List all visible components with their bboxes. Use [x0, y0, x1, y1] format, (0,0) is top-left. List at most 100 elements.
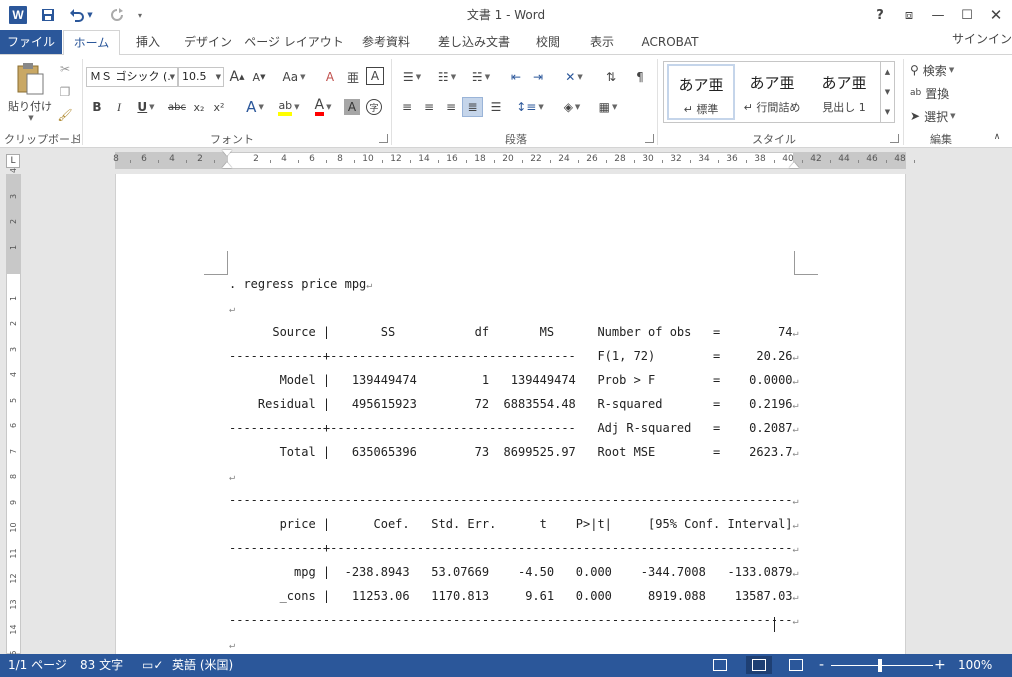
text-effects-button[interactable]: A ▼: [240, 97, 270, 117]
increase-indent-button[interactable]: ⇥: [528, 67, 548, 87]
superscript-button[interactable]: x²: [210, 97, 228, 117]
save-button[interactable]: [38, 5, 58, 25]
show-marks-button[interactable]: ¶: [630, 67, 650, 87]
font-launcher-icon[interactable]: [379, 134, 388, 143]
zoom-slider-thumb[interactable]: [878, 659, 882, 672]
document-line[interactable]: ↵: [229, 468, 235, 484]
maximize-button[interactable]: ☐: [953, 0, 981, 30]
hanging-indent-marker[interactable]: [222, 162, 232, 168]
style-no-spacing[interactable]: あア亜 ↵ 行間詰め: [738, 64, 806, 120]
document-line[interactable]: ↵: [229, 636, 235, 652]
change-case-button[interactable]: Aa ▼: [278, 67, 310, 87]
line-spacing-button[interactable]: ↕≡ ▼: [514, 97, 546, 117]
copy-button[interactable]: ❐: [56, 83, 74, 101]
decrease-indent-button[interactable]: ⇤: [506, 67, 526, 87]
strikethrough-button[interactable]: abc: [166, 97, 188, 117]
font-color-button[interactable]: A ▼: [308, 97, 338, 117]
document-line[interactable]: ↵: [229, 300, 235, 316]
numbering-button[interactable]: ☷ ▼: [432, 67, 462, 87]
grow-font-button[interactable]: A ▲: [228, 67, 246, 87]
tab-insert[interactable]: 挿入: [124, 30, 172, 54]
document-line[interactable]: -------------+--------------------------…: [229, 420, 799, 436]
document-line[interactable]: -------------+--------------------------…: [229, 348, 799, 364]
tab-mailings[interactable]: 差し込み文書: [428, 30, 520, 54]
web-layout-icon[interactable]: [789, 659, 803, 671]
gallery-down-icon[interactable]: ▼: [880, 82, 894, 102]
character-border-button[interactable]: A: [366, 67, 384, 85]
enclose-characters-button[interactable]: 字: [366, 99, 382, 115]
document-line[interactable]: Residual | 495615923 72 6883554.48 R-squ…: [229, 396, 799, 412]
borders-button[interactable]: ▦ ▼: [592, 97, 624, 117]
gallery-more-icon[interactable]: ▼: [880, 102, 894, 122]
document-line[interactable]: Model | 139449474 1 139449474 Prob > F =…: [229, 372, 799, 388]
tab-references[interactable]: 参考資料: [350, 30, 422, 54]
redo-button[interactable]: [106, 5, 128, 25]
justify-button[interactable]: ≣: [462, 97, 483, 117]
highlight-button[interactable]: ab ▼: [274, 97, 304, 117]
ribbon-display-button[interactable]: ⧈: [895, 0, 923, 30]
select-button[interactable]: ➤ 選択 ▼: [910, 107, 974, 125]
document-line[interactable]: ----------------------------------------…: [229, 492, 799, 508]
tab-file[interactable]: ファイル: [0, 30, 62, 54]
horizontal-ruler[interactable]: 8 6 4 2 2 4 6 8 10 12 14 16 18 20 22 24 26 28 30 32 34 36 38 40…: [113, 150, 915, 169]
align-left-button[interactable]: ≡: [397, 97, 417, 117]
signin-link[interactable]: サインイン: [952, 30, 1012, 54]
right-indent-marker[interactable]: [789, 162, 799, 168]
cut-button[interactable]: ✂: [56, 60, 74, 78]
zoom-level[interactable]: 100%: [958, 654, 992, 677]
zoom-slider[interactable]: [831, 665, 933, 666]
document-line[interactable]: ----------------------------------------…: [229, 612, 799, 628]
document-line[interactable]: price | Coef. Std. Err. t P>|t| [95% Con…: [229, 516, 799, 532]
tab-review[interactable]: 校閲: [526, 30, 570, 54]
bold-button[interactable]: B: [88, 97, 106, 117]
style-normal[interactable]: あア亜 ↵ 標準: [667, 64, 735, 120]
clipboard-launcher-icon[interactable]: [71, 134, 80, 143]
word-count[interactable]: 83 文字: [80, 654, 123, 677]
close-button[interactable]: ✕: [982, 0, 1010, 30]
collapse-ribbon-icon[interactable]: ∧: [990, 131, 1004, 143]
font-size-combo[interactable]: 10.5 ▼: [178, 67, 224, 87]
first-line-indent-marker[interactable]: [222, 150, 232, 156]
page-count[interactable]: 1/1 ページ: [8, 654, 67, 677]
multilevel-list-button[interactable]: ☵ ▼: [466, 67, 496, 87]
sort-button[interactable]: ⇅: [600, 67, 622, 87]
print-layout-button[interactable]: [746, 656, 772, 674]
gallery-up-icon[interactable]: ▲: [880, 62, 894, 82]
align-right-button[interactable]: ≡: [441, 97, 461, 117]
tab-acrobat[interactable]: ACROBAT: [634, 30, 706, 54]
find-button[interactable]: ⚲ 検索 ▼: [910, 61, 974, 79]
subscript-button[interactable]: x₂: [190, 97, 208, 117]
document-line[interactable]: Source | SS df MS Number of obs = 74↵: [229, 324, 798, 340]
undo-button[interactable]: ▼: [66, 5, 96, 25]
tab-home[interactable]: ホーム: [63, 30, 120, 55]
clear-formatting-button[interactable]: A: [320, 67, 340, 87]
italic-button[interactable]: I: [110, 97, 128, 117]
format-painter-button[interactable]: 🖌: [56, 106, 74, 124]
document-page[interactable]: . regress price mpg↵ ↵ Source | SS df MS …: [115, 174, 906, 655]
paragraph-launcher-icon[interactable]: [645, 134, 654, 143]
shading-button[interactable]: ◈ ▼: [556, 97, 588, 117]
paste-button[interactable]: 貼り付け ▼: [8, 59, 52, 125]
phonetic-guide-button[interactable]: 亜: [343, 67, 363, 87]
help-button[interactable]: ?: [866, 0, 894, 30]
language-indicator[interactable]: 英語 (米国): [172, 654, 233, 677]
document-line[interactable]: Total | 635065396 73 8699525.97 Root MSE…: [229, 444, 799, 460]
document-line[interactable]: mpg | -238.8943 53.07669 -4.50 0.000 -34…: [229, 564, 799, 580]
tab-view[interactable]: 表示: [576, 30, 628, 54]
zoom-out-button[interactable]: -: [819, 654, 824, 677]
minimize-button[interactable]: —: [924, 0, 952, 30]
styles-launcher-icon[interactable]: [890, 134, 899, 143]
zoom-in-button[interactable]: +: [934, 654, 946, 677]
proofing-icon[interactable]: ▭✓: [142, 654, 163, 677]
shrink-font-button[interactable]: A ▼: [250, 67, 268, 87]
underline-button[interactable]: U ▼: [132, 97, 160, 117]
tab-page-layout[interactable]: ページ レイアウト: [244, 30, 344, 54]
read-mode-icon[interactable]: [713, 659, 727, 671]
distributed-button[interactable]: ☰: [486, 97, 506, 117]
document-line[interactable]: . regress price mpg↵: [229, 276, 372, 292]
replace-button[interactable]: ab 置換: [910, 84, 974, 102]
bullets-button[interactable]: ☰ ▼: [397, 67, 427, 87]
align-center-button[interactable]: ≡: [419, 97, 439, 117]
character-shading-button[interactable]: A: [344, 99, 360, 115]
font-name-combo[interactable]: ＭＳ ゴシック (. ▼: [86, 67, 178, 87]
